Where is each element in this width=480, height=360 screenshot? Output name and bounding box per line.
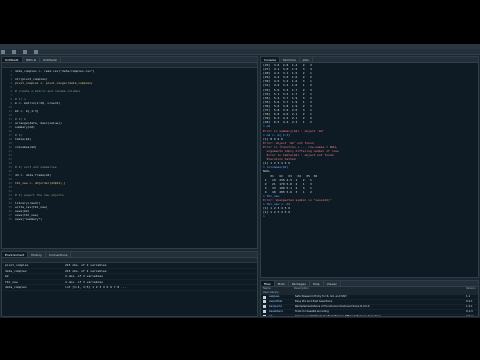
tab-plots[interactable]: Plots — [275, 281, 289, 286]
package-version: 4.0.4 — [466, 314, 473, 317]
package-checkbox[interactable] — [263, 305, 266, 309]
line-number: 38 — [8, 217, 12, 221]
tab-history[interactable]: History — [28, 252, 46, 257]
packages-header: Name Description Version — [261, 287, 478, 291]
package-version: 1.2.1 — [466, 304, 473, 308]
code-text: colnames(m2) — [15, 145, 37, 149]
variable-name: pivot_complex — [5, 263, 29, 267]
code-text: save("summary") — [15, 217, 43, 221]
tab-viewer[interactable]: Viewer — [324, 281, 341, 286]
packages-header-version: Version — [466, 287, 476, 290]
tab-files[interactable]: Files — [261, 281, 275, 286]
package-name[interactable]: askpass — [269, 295, 295, 299]
package-checkbox[interactable] — [263, 315, 266, 316]
console-line: > — [263, 214, 265, 219]
code-line: 38 save("summary") — [4, 217, 257, 221]
open-file-icon[interactable] — [12, 50, 17, 54]
variable-value: 4 obs. of 3 variables — [65, 274, 103, 278]
code-text: # 4) sort and summarise — [15, 165, 57, 169]
package-version: 0.2.1 — [466, 299, 473, 303]
code-text: data_complex <- read.csv("data/complex.c… — [15, 69, 95, 73]
package-name[interactable]: assertthat — [269, 300, 295, 304]
tab-console[interactable]: Console — [261, 57, 280, 62]
code-text: # create a matrix and rename columns — [15, 89, 81, 93]
variable-value: 215 obs. of 4 variables — [65, 268, 107, 273]
package-description: Tools for base64 encoding — [295, 309, 329, 313]
code-text: tbl_new <- dd[order(dd$X1),] — [15, 181, 66, 185]
tab-environment[interactable]: Environment — [2, 252, 29, 257]
environment-list: pivot_complex 215 obs. of 2 variables data… — [2, 263, 257, 291]
tab-help[interactable]: Help — [310, 281, 324, 286]
code-editor[interactable]: 1 data_complex <- read.csv("data/complex.… — [2, 68, 257, 221]
package-name[interactable]: bit — [269, 315, 295, 316]
package-row[interactable]: bit Classes and Methods for Fast Memory-E… — [261, 314, 478, 317]
editor-tab-hw1-r[interactable]: HW1.R — [23, 57, 40, 62]
variable-name: data_complex — [5, 268, 27, 273]
tab-packages[interactable]: Packages — [289, 281, 310, 286]
save-icon[interactable] — [23, 50, 28, 54]
variable-value: int [1:4, 1:5] 1 2 3 4 5 6 7 8 ... — [65, 285, 127, 289]
variable-name: data_complex — [5, 285, 27, 289]
rstudio-window: FileEditCodeViewPlotsSessionBuildDebugPr… — [0, 44, 480, 318]
editor-pane: Untitled1 HW1.R Untitled2 1 data_complex <-… — [1, 56, 258, 249]
tab-jobs[interactable]: Jobs — [300, 57, 313, 62]
packages-header-description: Description — [294, 287, 309, 290]
code-text: dd <- data.frame(m2) — [15, 173, 52, 177]
code-text: m <- matrix(1:20, nrow=4) — [15, 101, 61, 105]
package-description: Easy Pre and Post Assertions — [295, 299, 333, 303]
tab-terminal[interactable]: Terminal — [280, 57, 300, 62]
code-text: summary(m2) — [15, 125, 35, 129]
editor-tab-untitled2[interactable]: Untitled2 — [40, 57, 61, 62]
package-version: 1.1 — [466, 295, 471, 298]
packages-pane: Files Plots Packages Help Viewer Name Descri… — [260, 280, 479, 317]
package-name[interactable]: base64enc — [269, 310, 295, 314]
code-text: m2 <- m[,1:3] — [15, 109, 39, 113]
environment-row[interactable]: data_complex int [1:4, 1:5] 1 2 3 4 5 6 7… — [2, 285, 257, 291]
main-toolbar — [0, 49, 480, 55]
variable-value: 215 obs. of 2 variables — [65, 263, 107, 267]
package-description: Classes and Methods for Fast Memory-Effi… — [295, 314, 382, 317]
new-file-icon[interactable] — [1, 50, 5, 54]
variable-name: tbl_new — [5, 279, 18, 284]
package-description: Reimplementations of Functions Introduce… — [295, 304, 370, 308]
package-checkbox[interactable] — [263, 310, 266, 314]
package-name[interactable]: backports — [269, 305, 295, 309]
package-checkbox[interactable] — [263, 295, 266, 299]
package-description: Safe Password Entry for R, Git, and SSH — [295, 295, 347, 298]
editor-tab-untitled1[interactable]: Untitled1 — [2, 57, 23, 62]
console-output[interactable]: [26] 3.6 2.8 1.4 2 3 [27] 4.1 3.0 1.5 3 4… — [261, 63, 478, 219]
package-version: 0.1-3 — [466, 309, 473, 313]
package-checkbox[interactable] — [263, 300, 266, 304]
code-text: pivot_complex <- pivot_longer(data_compl… — [15, 81, 93, 85]
variable-value: 4 obs. of 3 variables — [65, 279, 103, 284]
code-text: # 5) export the new objects — [15, 193, 64, 197]
variable-name: m2 — [5, 274, 9, 278]
console-pane: Console Terminal Jobs [26] 3.6 2.8 1.4 2 3… — [260, 56, 479, 278]
code-text: table(m2) — [15, 137, 32, 141]
print-icon[interactable] — [34, 50, 39, 54]
tab-connections[interactable]: Connections — [46, 252, 72, 257]
packages-list: askpass Safe Password Entry for R, Git, a… — [261, 295, 478, 317]
environment-pane: Environment History Connections pivot_comp… — [1, 251, 258, 317]
